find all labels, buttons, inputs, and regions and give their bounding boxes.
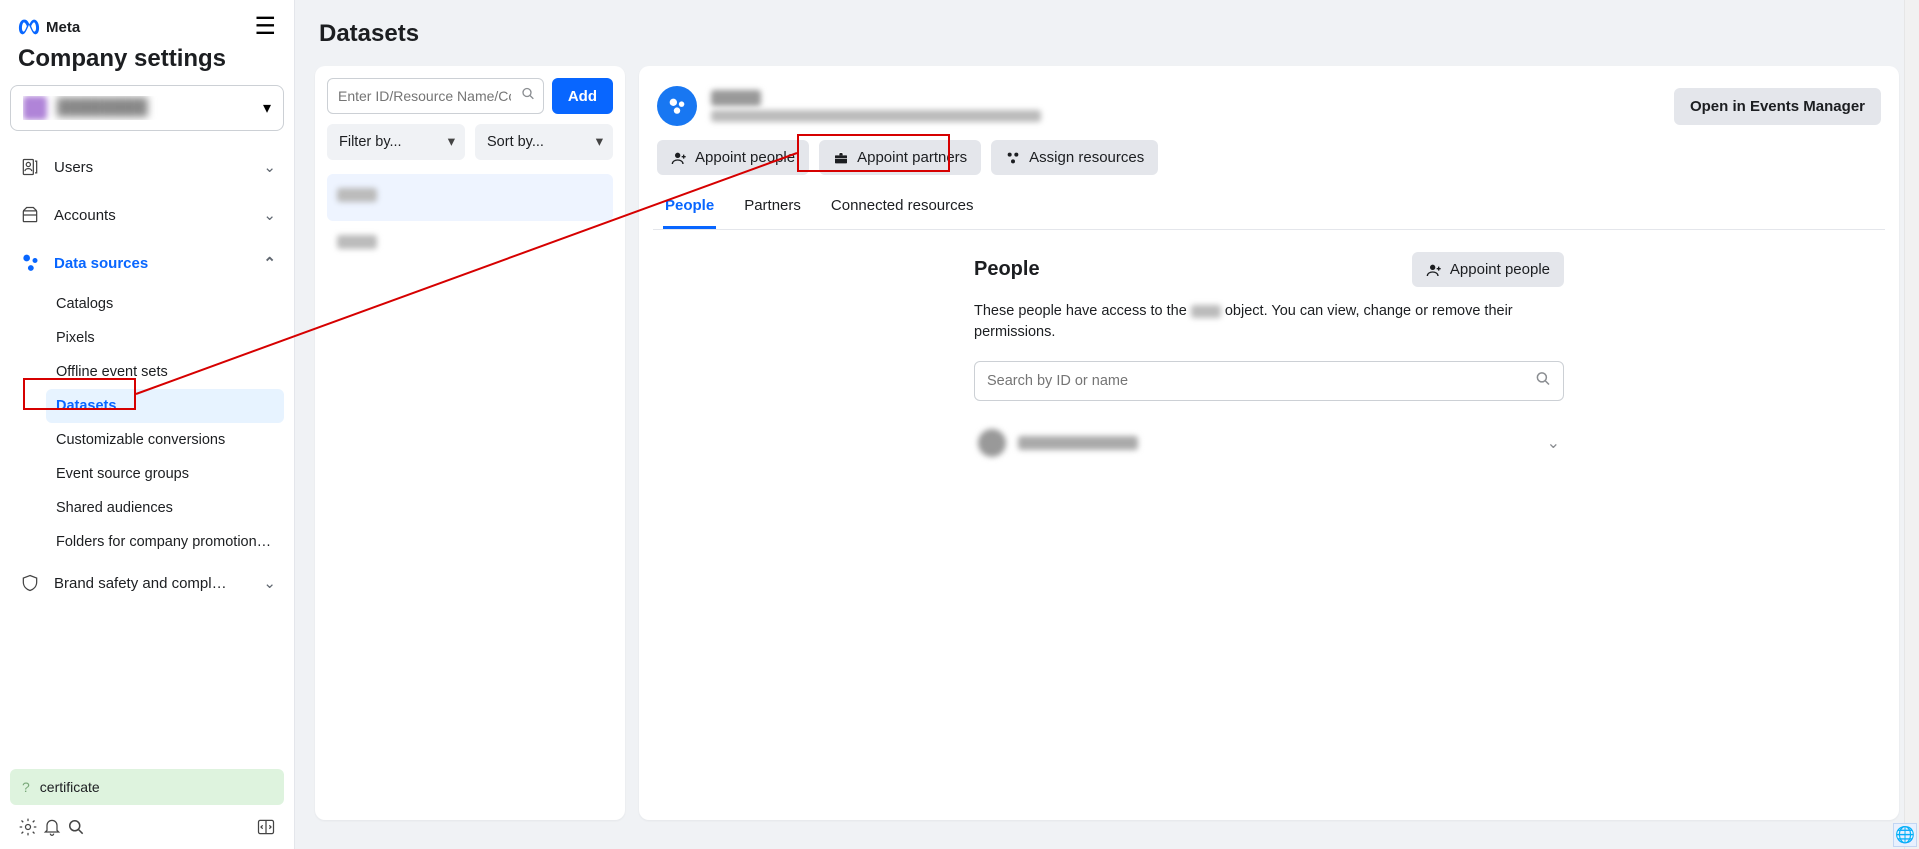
person-plus-icon	[1426, 262, 1442, 278]
chevron-down-icon: ⌄	[1547, 433, 1560, 453]
gear-icon[interactable]	[16, 815, 40, 839]
hamburger-icon[interactable]: ☰	[254, 15, 276, 39]
people-search-input[interactable]	[974, 361, 1564, 401]
filter-dropdown[interactable]: Filter by...	[327, 124, 465, 160]
chevron-down-icon: ⌄	[263, 158, 276, 176]
content-row: Add Filter by... Sort by...	[315, 66, 1899, 820]
sub-item-catalogs[interactable]: Catalogs	[46, 287, 284, 321]
detail-header: Open in Events Manager	[653, 80, 1885, 140]
users-icon	[18, 155, 42, 179]
sub-item-folders[interactable]: Folders for company promotional …	[46, 525, 284, 559]
sub-item-shared[interactable]: Shared audiences	[46, 491, 284, 525]
sub-item-pixels[interactable]: Pixels	[46, 321, 284, 355]
tab-partners[interactable]: Partners	[742, 187, 803, 229]
brand-row: Meta ☰	[18, 15, 276, 39]
brand-name: Meta	[46, 19, 80, 36]
brand: Meta	[18, 16, 80, 38]
sidebar: Meta ☰ Company settings ████████ ▾ Users…	[0, 0, 295, 849]
add-button[interactable]: Add	[552, 78, 613, 114]
sort-dropdown[interactable]: Sort by...	[475, 124, 613, 160]
data-sources-children: Catalogs Pixels Offline event sets Datas…	[46, 287, 284, 559]
resources-icon	[1005, 150, 1021, 166]
sub-item-datasets[interactable]: Datasets	[46, 389, 284, 423]
scrollbar[interactable]	[1904, 0, 1919, 849]
search-row: Add	[327, 78, 613, 114]
dataset-list-item[interactable]	[327, 174, 613, 221]
company-avatar	[23, 96, 47, 120]
tabs: People Partners Connected resources	[653, 187, 1885, 230]
dataset-avatar-icon	[657, 86, 697, 126]
assign-resources-button[interactable]: Assign resources	[991, 140, 1158, 175]
tab-connected-resources[interactable]: Connected resources	[829, 187, 976, 229]
nav-item-brand-safety[interactable]: Brand safety and compl… ⌄	[10, 559, 284, 607]
people-section-header: People Appoint people	[974, 252, 1564, 287]
person-avatar-blurred	[978, 429, 1006, 457]
people-section-title: People	[974, 258, 1040, 281]
help-icon: ?	[22, 779, 30, 795]
sub-item-offline[interactable]: Offline event sets	[46, 355, 284, 389]
certificate-banner[interactable]: ? certificate	[10, 769, 284, 805]
search-input[interactable]	[327, 78, 544, 114]
data-sources-icon	[18, 251, 42, 275]
person-plus-icon	[671, 150, 687, 166]
nav-item-data-sources[interactable]: Data sources ⌃	[10, 239, 284, 287]
person-row[interactable]: ⌄	[974, 419, 1564, 467]
blurred-name	[1191, 305, 1221, 318]
bell-icon[interactable]	[40, 815, 64, 839]
sub-item-event-groups[interactable]: Event source groups	[46, 457, 284, 491]
dataset-list	[327, 174, 613, 268]
panel-toggle-icon[interactable]	[254, 815, 278, 839]
sidebar-header: Meta ☰ Company settings	[0, 0, 294, 73]
page-title: Company settings	[18, 45, 276, 73]
globe-icon[interactable]: 🌐	[1893, 823, 1917, 847]
action-buttons: Appoint people Appoint partners Assign r…	[653, 140, 1885, 187]
chevron-down-icon: ▾	[263, 98, 271, 118]
briefcase-icon	[833, 150, 849, 166]
appoint-people-button[interactable]: Appoint people	[657, 140, 809, 175]
sub-item-custom[interactable]: Customizable conversions	[46, 423, 284, 457]
nav-scroll: Users ⌄ Accounts ⌄ Data sources ⌃ Catalo…	[0, 143, 294, 758]
dataset-list-item[interactable]	[327, 221, 613, 268]
search-box	[327, 78, 544, 114]
list-panel: Add Filter by... Sort by...	[315, 66, 625, 820]
main-title: Datasets	[315, 20, 1899, 48]
detail-panel: Open in Events Manager Appoint people Ap…	[639, 66, 1899, 820]
nav-item-users[interactable]: Users ⌄	[10, 143, 284, 191]
sidebar-footer: ? certificate	[0, 758, 294, 849]
open-events-manager-button[interactable]: Open in Events Manager	[1674, 88, 1881, 125]
chevron-down-icon: ⌄	[263, 206, 276, 224]
footer-icons	[10, 815, 284, 839]
company-selector[interactable]: ████████ ▾	[10, 85, 284, 131]
person-name-blurred	[1018, 436, 1138, 450]
search-icon[interactable]	[64, 815, 88, 839]
dataset-info-blurred	[711, 90, 1660, 122]
appoint-partners-button[interactable]: Appoint partners	[819, 140, 981, 175]
chevron-down-icon: ⌄	[263, 574, 276, 592]
people-section-description: These people have access to the object. …	[974, 301, 1564, 343]
nav-item-accounts[interactable]: Accounts ⌄	[10, 191, 284, 239]
chevron-up-icon: ⌃	[263, 254, 276, 272]
people-search	[974, 361, 1564, 401]
meta-logo-icon	[18, 16, 40, 38]
appoint-people-section-button[interactable]: Appoint people	[1412, 252, 1564, 287]
filter-row: Filter by... Sort by...	[327, 124, 613, 160]
tab-people[interactable]: People	[663, 187, 716, 229]
company-name-blurred: ████████	[57, 99, 148, 117]
shield-icon	[18, 571, 42, 595]
main: Datasets Add Filter by... Sort by...	[295, 0, 1919, 849]
accounts-icon	[18, 203, 42, 227]
people-section: People Appoint people These people have …	[974, 252, 1564, 467]
